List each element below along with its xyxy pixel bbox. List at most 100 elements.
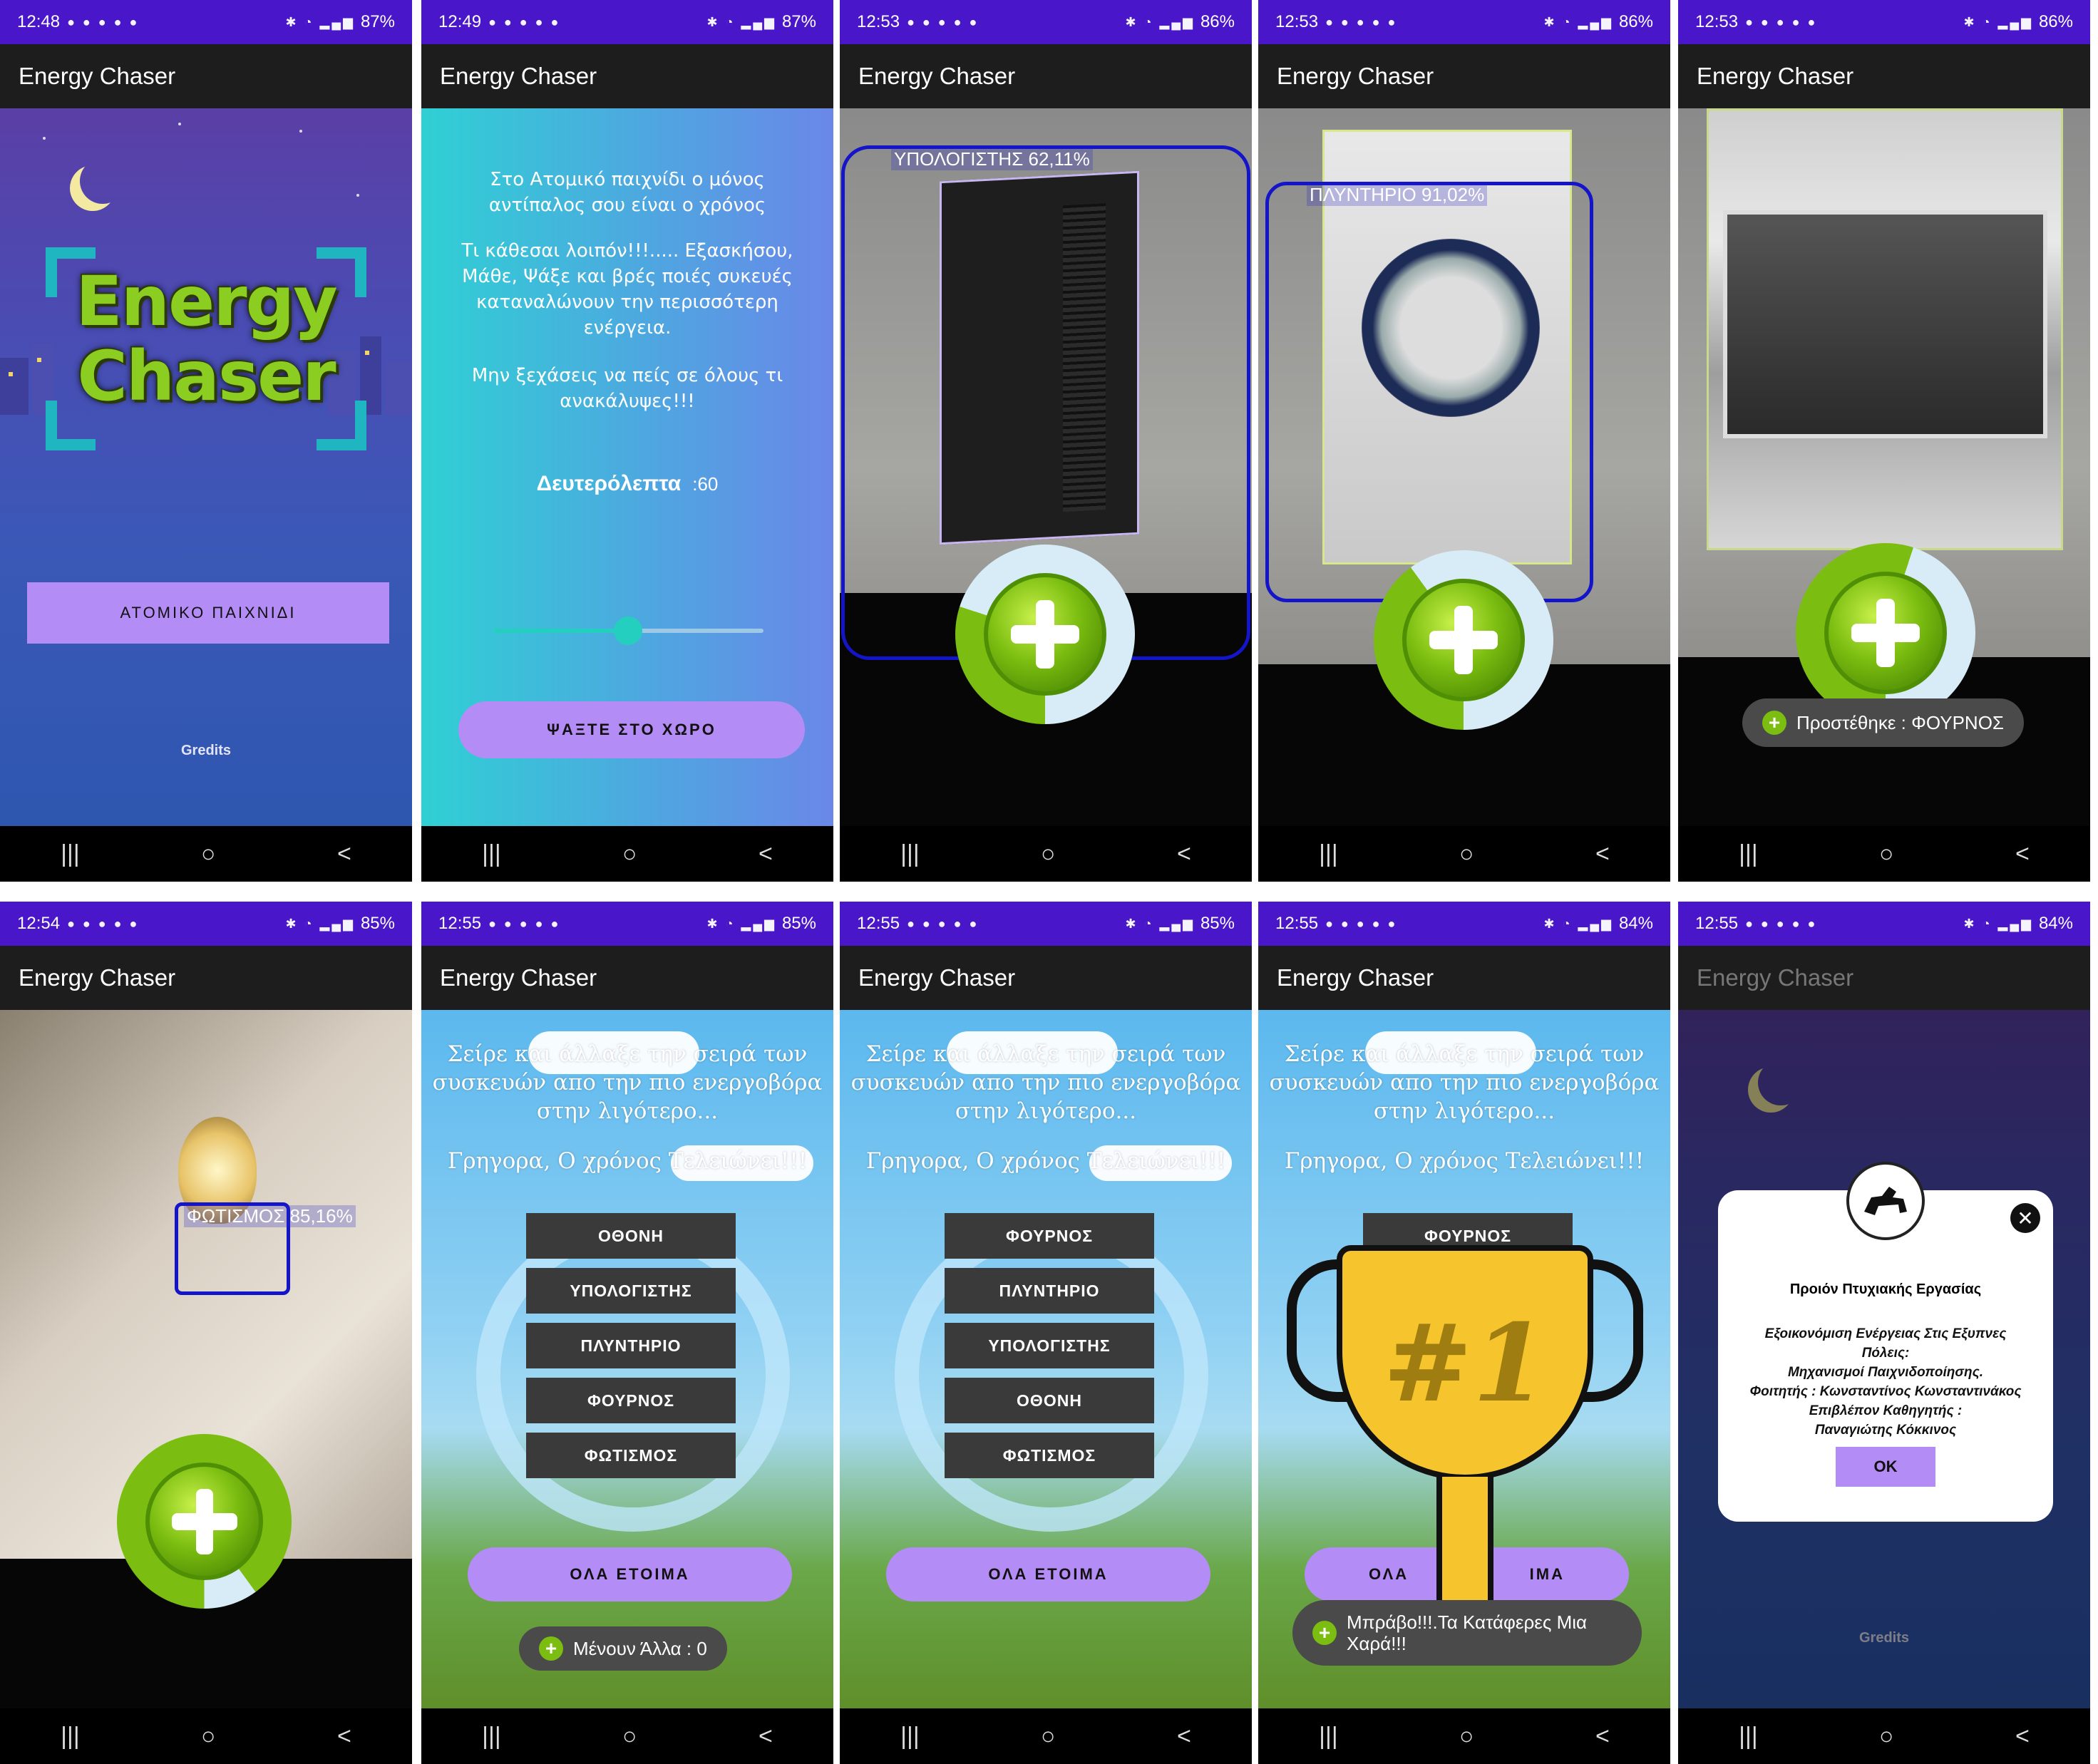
detection-label: ΠΛΥΝΤΗΡΙΟ 91,02% [1307,184,1488,206]
phone-intro-screen: 12:49 ● ● ● ● ● ✱ ◔ ▂▄▆ 87% Energy Chaser… [421,0,833,882]
home-button[interactable]: ○ [201,840,216,868]
notification-icons: ● ● ● ● ● [1745,916,1818,931]
time-slider[interactable] [493,617,763,645]
sort-background: Σείρε και άλλαξε την σειρά των συσκευών … [840,1010,1252,1708]
back-button[interactable]: < [1177,840,1191,868]
status-time: 12:48 [17,12,61,31]
back-button[interactable]: < [759,1723,773,1750]
android-nav-bar: ||| ○ < [0,1708,412,1764]
signal-icons: ✱ ◔ ▂▄▆ [1963,916,2033,931]
status-time: 12:55 [1695,914,1739,933]
recents-button[interactable]: ||| [1319,1723,1338,1750]
recents-button[interactable]: ||| [482,1723,501,1750]
star-icon [43,137,46,140]
back-button[interactable]: < [337,840,351,868]
device-item[interactable]: ΟΘΟΝΗ [945,1378,1154,1423]
home-button[interactable]: ○ [1879,840,1894,868]
intro-text-search: Τι κάθεσαι λοιπόν!!!..... Εξασκήσου, Μάθ… [461,240,793,339]
device-item[interactable]: ΠΛΥΝΤΗΡΙΟ [526,1323,736,1368]
device-item[interactable]: ΦΩΤΙΣΜΟΣ [526,1433,736,1478]
sort-instruction: Σείρε και άλλαξε την σειρά των συσκευών … [1269,1041,1660,1124]
android-nav-bar: ||| ○ < [421,826,833,882]
android-nav-bar: ||| ○ < [0,826,412,882]
back-button[interactable]: < [1595,840,1610,868]
added-toast: + Προστέθηκε : ΦΟΥΡΝΟΣ [1742,698,2025,747]
back-button[interactable]: < [2015,840,2030,868]
all-ready-button[interactable]: ΟΛΑ ΕΤΟΙΜΑ [468,1547,792,1601]
sort-background: Σείρε και άλλαξε την σειρά των συσκευών … [421,1010,833,1708]
university-logo [1846,1162,1925,1240]
android-nav-bar: ||| ○ < [1678,826,2090,882]
add-device-button[interactable] [1374,550,1553,730]
battery-percent: 86% [2038,12,2073,31]
add-device-button[interactable] [1796,543,1975,723]
close-icon[interactable]: ✕ [2010,1203,2040,1233]
status-time: 12:53 [857,12,900,31]
device-item[interactable]: ΟΘΟΝΗ [526,1213,736,1259]
back-button[interactable]: < [337,1723,351,1750]
slider-thumb[interactable] [614,617,642,645]
energy-chaser-logo: Energy Chaser [46,247,366,450]
home-button[interactable]: ○ [1041,840,1056,868]
back-button[interactable]: < [1595,1723,1610,1750]
camera-preview: ΥΠΟΛΟΓΙΣΤΗΣ 62,11% [840,108,1252,826]
recents-button[interactable]: ||| [1319,840,1338,868]
notification-icons: ● ● ● ● ● [1745,14,1818,29]
battery-percent: 85% [781,914,816,933]
back-button[interactable]: < [759,840,773,868]
device-item[interactable]: ΥΠΟΛΟΓΙΣΤΗΣ [526,1268,736,1314]
home-button[interactable]: ○ [622,1723,637,1750]
add-device-button[interactable] [117,1434,292,1609]
status-bar: 12:55 ● ● ● ● ● ✱ ◔ ▂▄▆ 85% [840,902,1252,946]
plus-icon: + [1312,1621,1337,1645]
signal-icons: ✱ ◔ ▂▄▆ [1125,916,1195,931]
home-button[interactable]: ○ [1041,1723,1056,1750]
recents-button[interactable]: ||| [61,840,80,868]
recents-button[interactable]: ||| [1739,840,1758,868]
toast-text: Μπράβο!!!.Τα Κατάφερες Μια Χαρά!!! [1347,1611,1588,1654]
device-item[interactable]: ΦΟΥΡΝΟΣ [945,1213,1154,1259]
notification-icons: ● ● ● ● ● [1325,916,1398,931]
signal-icons: ✱ ◔ ▂▄▆ [1543,916,1613,931]
device-item[interactable]: ΥΠΟΛΟΓΙΣΤΗΣ [945,1323,1154,1368]
phone-camera-computer: 12:53 ● ● ● ● ● ✱ ◔ ▂▄▆ 86% Energy Chaser… [840,0,1252,882]
device-item[interactable]: ΦΩΤΙΣΜΟΣ [945,1433,1154,1478]
phone-credits-dialog: 12:55 ● ● ● ● ● ✱ ◔ ▂▄▆ 84% Energy Chaser… [1678,902,2090,1764]
phone-sort-screen-initial: 12:55 ● ● ● ● ● ✱ ◔ ▂▄▆ 85% Energy Chaser… [421,902,833,1764]
status-bar: 12:48 ● ● ● ● ● ✱ ◔ ▂▄▆ 87% [0,0,412,44]
oven-image [1707,108,2063,550]
sort-background: Σείρε και άλλαξε την σειρά των συσκευών … [1258,1010,1670,1708]
device-item[interactable]: ΠΛΥΝΤΗΡΙΟ [945,1268,1154,1314]
signal-icons: ✱ ◔ ▂▄▆ [706,14,776,29]
home-button[interactable]: ○ [1459,840,1474,868]
recents-button[interactable]: ||| [900,1723,920,1750]
home-button[interactable]: ○ [622,840,637,868]
intro-text-share: Μην ξεχάσεις να πείς σε όλους τι ανακάλυ… [471,365,783,412]
all-ready-button[interactable]: ΟΛΑ ΕΤΟΙΜΑ [886,1547,1210,1601]
star-icon [178,123,181,125]
back-button[interactable]: < [1177,1723,1191,1750]
signal-icons: ✱ ◔ ▂▄▆ [1543,14,1613,29]
search-space-button[interactable]: ΨΑΞΤΕ ΣΤΟ ΧΩΡΟ [458,701,805,758]
device-item[interactable]: ΦΟΥΡΝΟΣ [526,1378,736,1423]
home-button[interactable]: ○ [201,1723,216,1750]
phone-camera-oven: 12:53 ● ● ● ● ● ✱ ◔ ▂▄▆ 86% Energy Chaser… [1678,0,2090,882]
credits-link[interactable]: Gredits [0,743,412,759]
detection-label: ΥΠΟΛΟΓΙΣΤΗΣ 62,11% [891,148,1093,170]
single-player-button[interactable]: ΑΤΟΜΙΚΟ ΠΑΙΧΝΙΔΙ [27,582,389,644]
add-device-button[interactable] [955,545,1135,724]
back-button[interactable]: < [2015,1723,2030,1750]
recents-button[interactable]: ||| [1739,1723,1758,1750]
home-button[interactable]: ○ [1459,1723,1474,1750]
recents-button[interactable]: ||| [482,840,501,868]
sort-instruction: Σείρε και άλλαξε την σειρά των συσκευών … [432,1041,823,1124]
recents-button[interactable]: ||| [900,840,920,868]
recents-button[interactable]: ||| [61,1723,80,1750]
ok-button[interactable]: OK [1836,1447,1935,1487]
hurry-text: Γρηγορα, Ο χρόνος Τελειώνει!!! [447,1148,808,1174]
dialog-title: Προιόν Πτυχιακής Εργασίας [1789,1281,1982,1297]
intro-text-opponent: Στο Ατομικό παιχνίδι ο μόνος αντίπαλος σ… [488,169,766,216]
battery-percent: 85% [360,914,395,933]
camera-preview: ΦΩΤΙΣΜΟΣ 85,16% [0,1010,412,1708]
home-button[interactable]: ○ [1879,1723,1894,1750]
